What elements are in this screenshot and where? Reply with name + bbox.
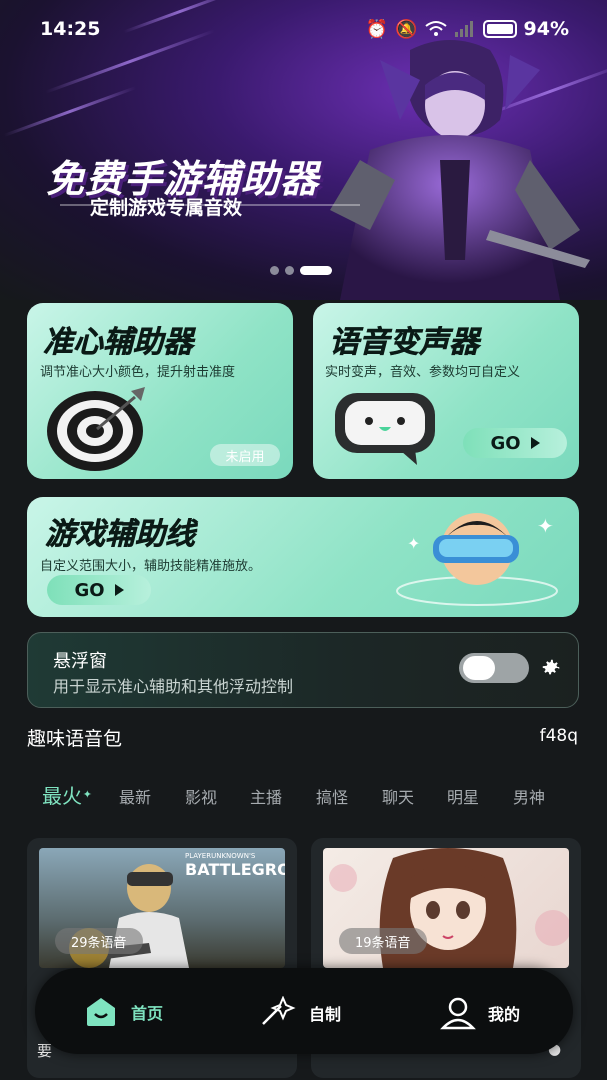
- nav-home[interactable]: 首页: [83, 996, 163, 1028]
- voice-pack-section-title: 趣味语音包: [27, 728, 123, 750]
- float-window-setting: 悬浮窗 用于显示准心辅助和其他浮动控制: [27, 632, 579, 708]
- tab-film[interactable]: 影视: [185, 784, 217, 808]
- crosshair-card-desc: 调节准心大小颜色，提升射击准度: [40, 365, 236, 380]
- wifi-icon: [424, 21, 447, 36]
- nav-custom[interactable]: 自制: [257, 996, 341, 1030]
- play-icon: [530, 437, 540, 449]
- crosshair-assistant-card[interactable]: 准心辅助器 调节准心大小颜色，提升射击准度 未启用: [27, 303, 293, 479]
- pubg-game-title: BATTLEGROUNDS: [185, 860, 285, 879]
- signal-icon: [454, 21, 473, 37]
- status-time: 14:25: [40, 18, 101, 40]
- hero-character-image: [330, 40, 590, 300]
- battery-icon: [482, 20, 517, 38]
- voice-count-badge: 29条语音: [55, 928, 143, 954]
- guideline-go-button[interactable]: GO: [47, 575, 151, 605]
- tab-star[interactable]: 明星: [447, 784, 479, 808]
- bottom-navigation: 首页 自制 我的: [35, 968, 573, 1054]
- voice-count-badge: 19条语音: [339, 928, 427, 954]
- carousel-dot[interactable]: [270, 266, 279, 275]
- banner-subtitle: 定制游戏专属音效: [90, 197, 243, 219]
- svg-text:✦: ✦: [407, 534, 420, 553]
- carousel-dot[interactable]: [285, 266, 294, 275]
- user-icon: [440, 997, 476, 1030]
- nav-mine-label: 我的: [488, 1005, 521, 1024]
- gear-icon[interactable]: [540, 657, 562, 679]
- voice-changer-card[interactable]: 语音变声器 实时变声，音效、参数均可自定义 GO: [313, 303, 579, 479]
- guideline-card-desc: 自定义范围大小，辅助技能精准施放。: [40, 559, 262, 574]
- float-window-toggle[interactable]: [459, 653, 529, 683]
- voice-pack-section-more[interactable]: f48q: [540, 726, 578, 746]
- float-window-title: 悬浮窗: [53, 651, 107, 672]
- play-icon: [114, 584, 124, 596]
- battery-percent: 94%: [523, 18, 569, 40]
- crosshair-status-badge: 未启用: [210, 444, 280, 466]
- category-tabs: 最火 最新 影视 主播 搞怪 聊天 明星 男神: [40, 780, 570, 810]
- tab-hottest[interactable]: 最火: [42, 780, 92, 809]
- nav-home-label: 首页: [131, 1004, 164, 1023]
- sparkle-wand-icon: [262, 996, 296, 1025]
- tab-male-idol[interactable]: 男神: [513, 784, 545, 808]
- nav-custom-label: 自制: [309, 1005, 342, 1024]
- tab-newest[interactable]: 最新: [119, 784, 151, 808]
- chat-bubble-icon: [335, 393, 435, 465]
- status-bar: 14:25 ⏰ 🔕 94%: [0, 0, 607, 58]
- carousel-dot-active[interactable]: [300, 266, 332, 275]
- tab-streamer[interactable]: 主播: [250, 784, 282, 808]
- guideline-go-label: GO: [74, 579, 105, 601]
- game-guideline-card[interactable]: 游戏辅助线 自定义范围大小，辅助技能精准施放。 GO ✦ ✦: [27, 497, 579, 617]
- float-window-desc: 用于显示准心辅助和其他浮动控制: [53, 677, 294, 696]
- carousel-indicator[interactable]: [270, 266, 332, 275]
- pubg-brand-text: PLAYERUNKNOWN'S: [185, 852, 256, 860]
- vr-character-icon: ✦ ✦: [396, 513, 558, 606]
- voice-go-label: GO: [490, 432, 521, 454]
- alarm-icon: ⏰: [365, 18, 389, 40]
- voice-card-title: 语音变声器: [329, 325, 480, 361]
- nav-mine[interactable]: 我的: [440, 996, 520, 1030]
- svg-text:✦: ✦: [537, 514, 554, 538]
- mute-icon: 🔕: [395, 18, 418, 40]
- target-icon: [47, 387, 145, 471]
- guideline-card-title: 游戏辅助线: [45, 517, 196, 553]
- crosshair-card-title: 准心辅助器: [43, 325, 194, 361]
- tab-chat[interactable]: 聊天: [382, 784, 414, 808]
- tab-funny[interactable]: 搞怪: [316, 784, 348, 808]
- voice-card-desc: 实时变声，音效、参数均可自定义: [325, 365, 521, 380]
- voice-go-button[interactable]: GO: [463, 428, 567, 458]
- home-icon: [87, 998, 115, 1026]
